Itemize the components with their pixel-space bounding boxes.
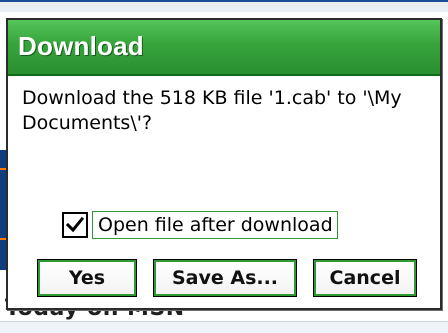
download-dialog: Download Download the 518 KB file '1.cab… (6, 18, 442, 310)
background-top-bar (0, 0, 448, 12)
dialog-button-row: Yes Save As... Cancel (37, 259, 418, 297)
cancel-button[interactable]: Cancel (313, 259, 417, 297)
dialog-title-bar: Download (8, 20, 440, 76)
save-as-button[interactable]: Save As... (153, 259, 297, 297)
checkmark-icon (65, 216, 85, 233)
open-after-download-option[interactable]: Open file after download (62, 210, 338, 240)
open-after-download-label[interactable]: Open file after download (92, 211, 338, 239)
background-top-stripe (0, 0, 448, 2)
yes-button[interactable]: Yes (37, 259, 137, 297)
background-footer-bar (0, 321, 448, 333)
open-after-download-checkbox[interactable] (62, 212, 88, 238)
dialog-title: Download (18, 31, 144, 61)
dialog-message: Download the 518 KB file '1.cab' to '\My… (22, 87, 402, 134)
